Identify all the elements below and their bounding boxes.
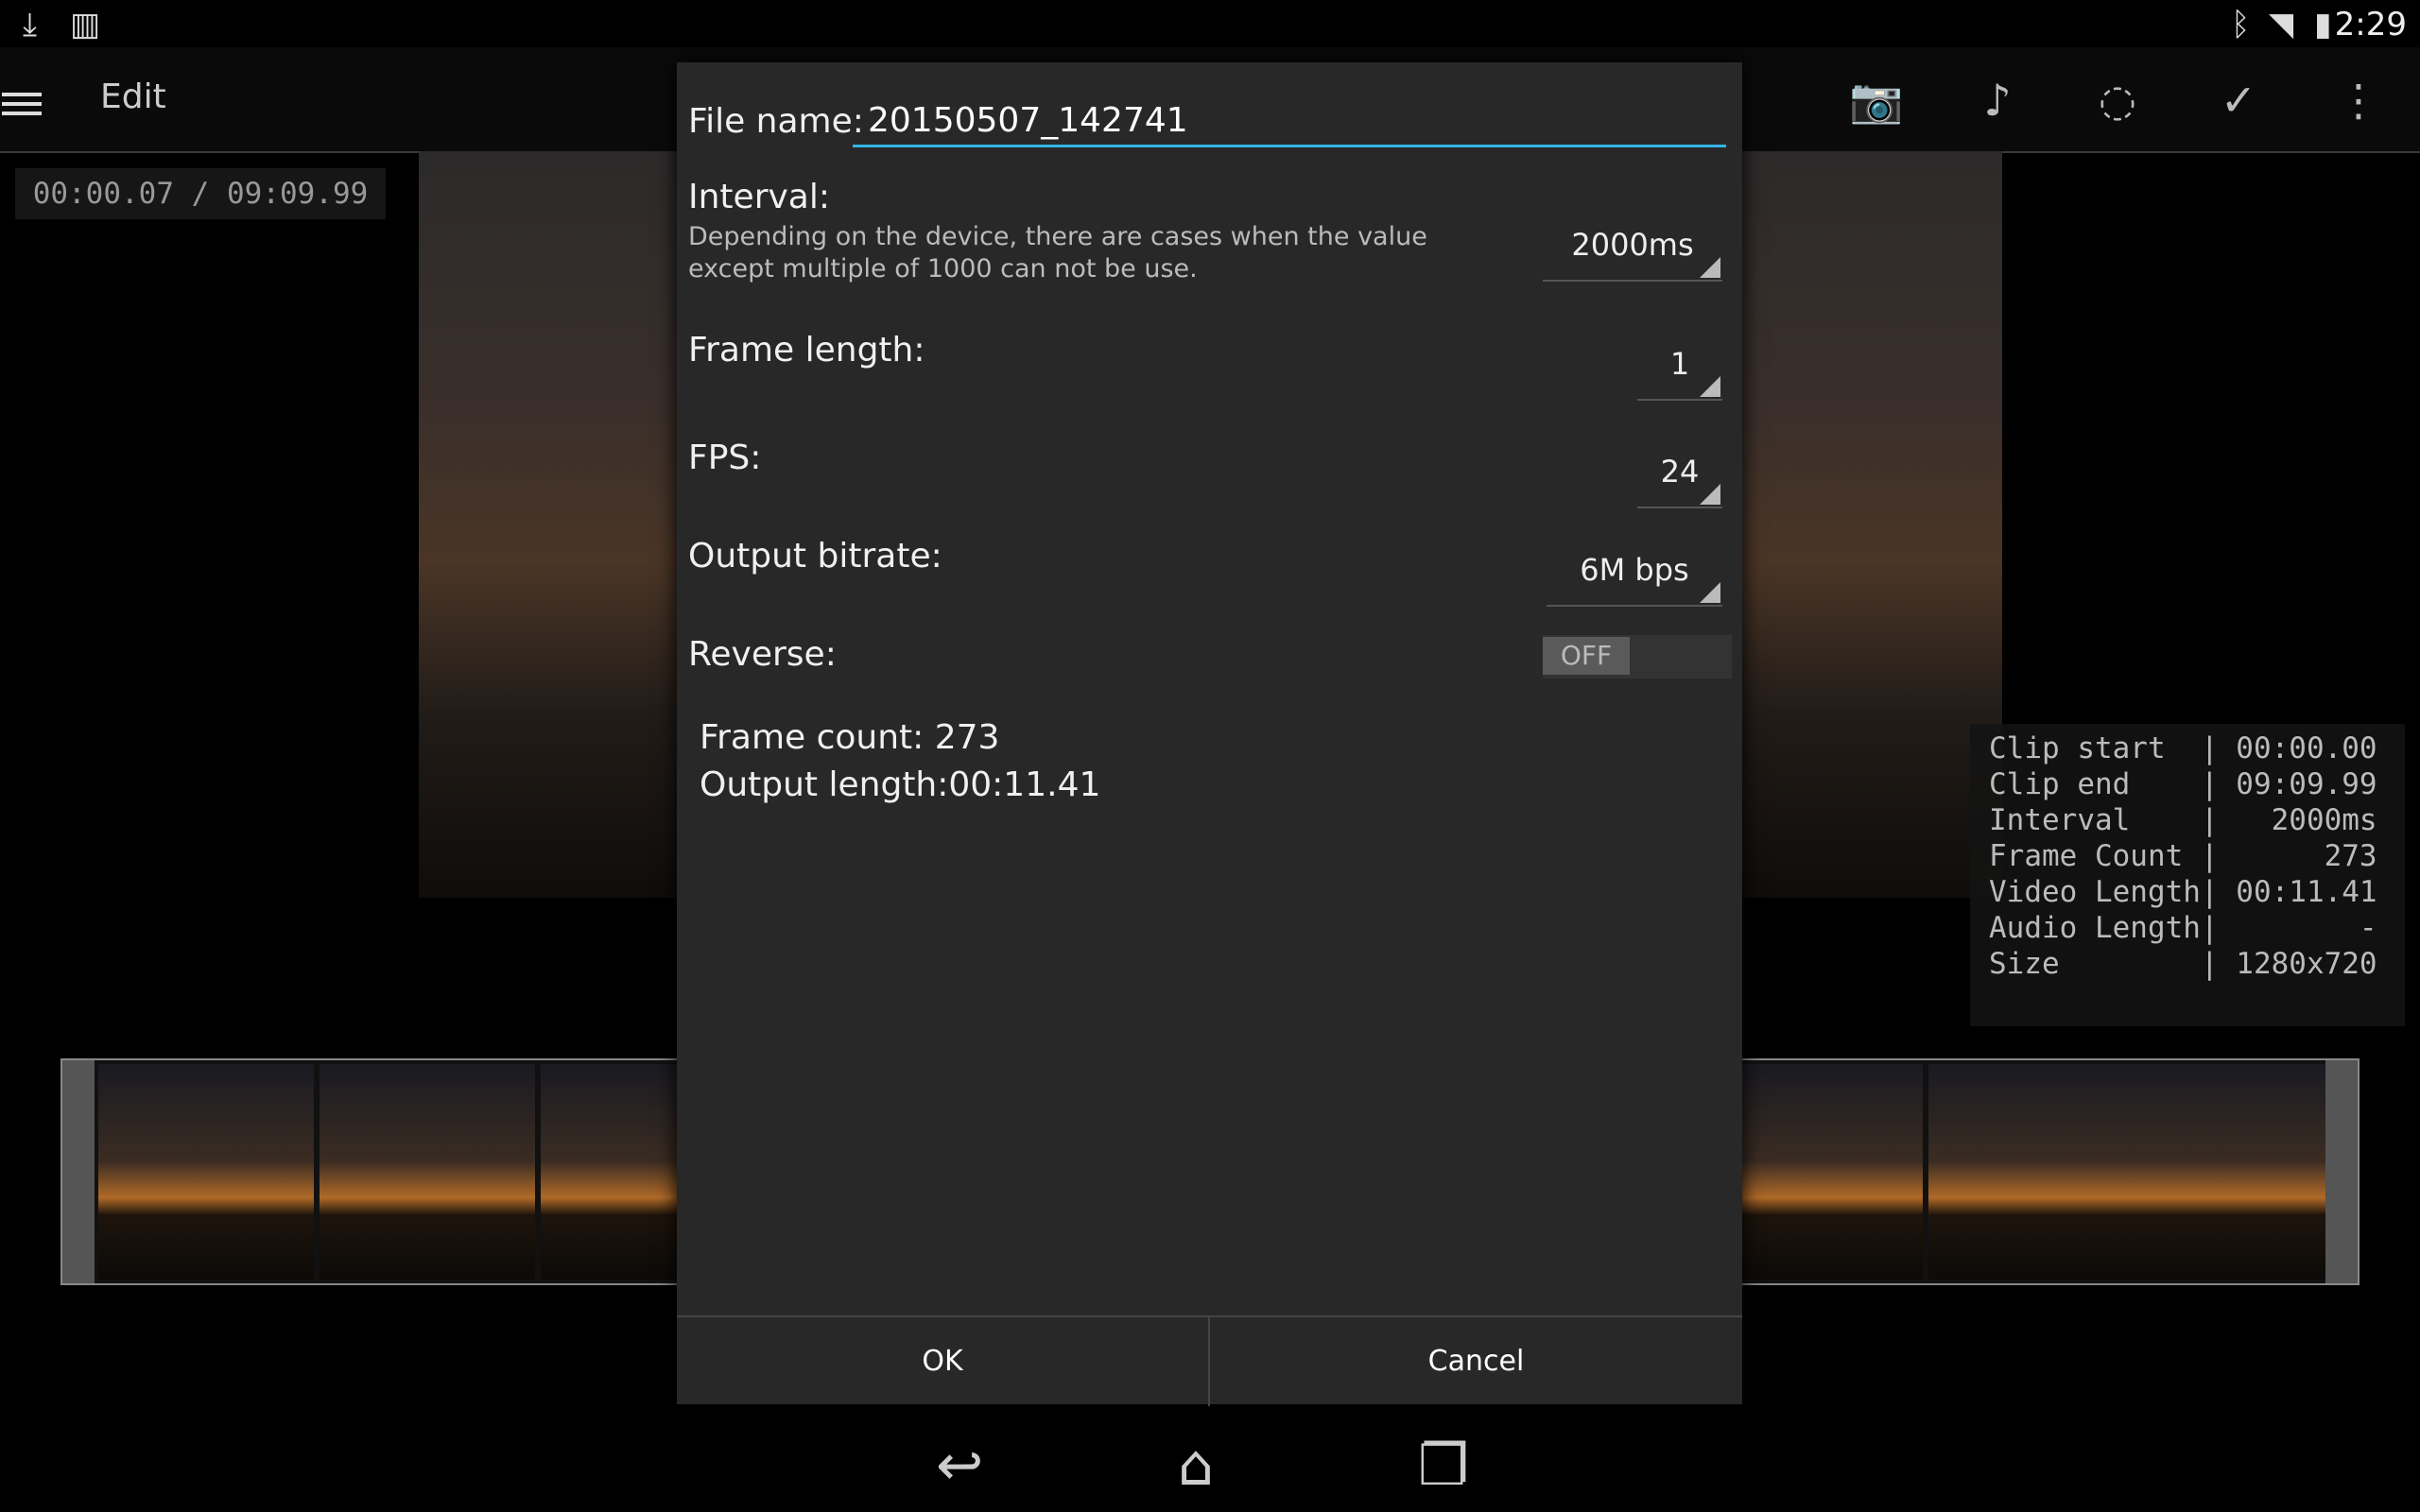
- wifi-icon: ◥: [2269, 6, 2294, 43]
- navigation-bar: ↩ ⌂ ❐: [0, 1418, 2420, 1512]
- bitrate-value: 6M bps: [1580, 552, 1689, 588]
- info-row: Video Length| 00:11.41: [1989, 875, 2377, 909]
- bitrate-spinner[interactable]: 6M bps: [1547, 535, 1722, 607]
- recent-apps-icon[interactable]: ❐: [1418, 1433, 1469, 1499]
- frame-length-value: 1: [1669, 346, 1690, 382]
- dialog-button-bar: OK Cancel: [677, 1315, 1742, 1406]
- info-row: Size | 1280x720: [1989, 947, 2377, 981]
- fps-value: 24: [1660, 454, 1700, 490]
- reverse-label: Reverse:: [688, 635, 837, 674]
- frame-length-label: Frame length:: [688, 331, 925, 369]
- interval-label: Interval:: [688, 178, 830, 216]
- info-row: Audio Length| -: [1989, 911, 2377, 945]
- fps-label: FPS:: [688, 438, 762, 477]
- reverse-toggle-knob: OFF: [1543, 637, 1630, 675]
- clip-info-panel: Clip start | 00:00.00 Clip end | 09:09.9…: [1970, 724, 2405, 1026]
- info-row: Frame Count | 273: [1989, 839, 2377, 873]
- clock: 2:29: [2334, 6, 2407, 43]
- bitrate-label: Output bitrate:: [688, 537, 942, 576]
- cancel-button[interactable]: Cancel: [1210, 1317, 1742, 1406]
- battery-icon: ▮: [2314, 6, 2332, 43]
- file-name-input[interactable]: [853, 96, 1726, 147]
- output-length-text: Output length:00:11.41: [700, 765, 1101, 804]
- trim-end-handle[interactable]: [2325, 1060, 2358, 1283]
- camera-icon[interactable]: 📷: [1843, 74, 1910, 127]
- info-row: Interval | 2000ms: [1989, 803, 2377, 837]
- info-row: Clip end | 09:09.99: [1989, 767, 2377, 801]
- thumbnail: [98, 1064, 314, 1280]
- frame-length-spinner[interactable]: 1: [1637, 329, 1722, 401]
- dropdown-corner-icon: [1700, 257, 1720, 278]
- home-icon[interactable]: ⌂: [1178, 1433, 1214, 1499]
- status-bar: ⤓ ▥ ᛒ ◥ ▮ 2:29: [0, 0, 2420, 47]
- dropdown-corner-icon: [1700, 484, 1720, 505]
- bluetooth-icon: ᛒ: [2231, 6, 2251, 43]
- download-icon: ⤓: [23, 6, 38, 43]
- thumbnail: [1928, 1064, 2144, 1280]
- fps-spinner[interactable]: 24: [1637, 437, 1722, 508]
- ok-button[interactable]: OK: [677, 1317, 1210, 1406]
- interval-spinner[interactable]: 2000ms: [1543, 210, 1722, 282]
- reverse-toggle[interactable]: OFF: [1543, 635, 1732, 679]
- interval-description: Depending on the device, there are cases…: [688, 222, 1427, 284]
- add-music-icon[interactable]: ♪: [1964, 74, 2031, 127]
- file-name-label: File name:: [688, 102, 864, 141]
- page-title: Edit: [100, 77, 166, 116]
- barcode-icon: ▥: [70, 6, 101, 43]
- overflow-menu-icon[interactable]: ⋮: [2325, 74, 2392, 127]
- dropdown-corner-icon: [1700, 582, 1720, 603]
- export-dialog: File name: Interval: Depending on the de…: [677, 62, 1742, 1406]
- dropdown-corner-icon: [1700, 376, 1720, 397]
- thumbnail: [2123, 1064, 2339, 1280]
- trim-start-handle[interactable]: [62, 1060, 95, 1283]
- film-check-icon[interactable]: ✓: [2205, 74, 2272, 127]
- thumbnail: [320, 1064, 535, 1280]
- time-label: 00:00.07 / 09:09.99: [15, 168, 386, 219]
- back-icon[interactable]: ↩: [936, 1433, 983, 1499]
- loading-spinner-icon[interactable]: ◌: [2084, 74, 2151, 127]
- frame-count-text: Frame count: 273: [700, 718, 1000, 757]
- interval-value: 2000ms: [1571, 227, 1694, 263]
- hamburger-menu-icon[interactable]: [2, 87, 42, 121]
- info-row: Clip start | 00:00.00: [1989, 731, 2377, 765]
